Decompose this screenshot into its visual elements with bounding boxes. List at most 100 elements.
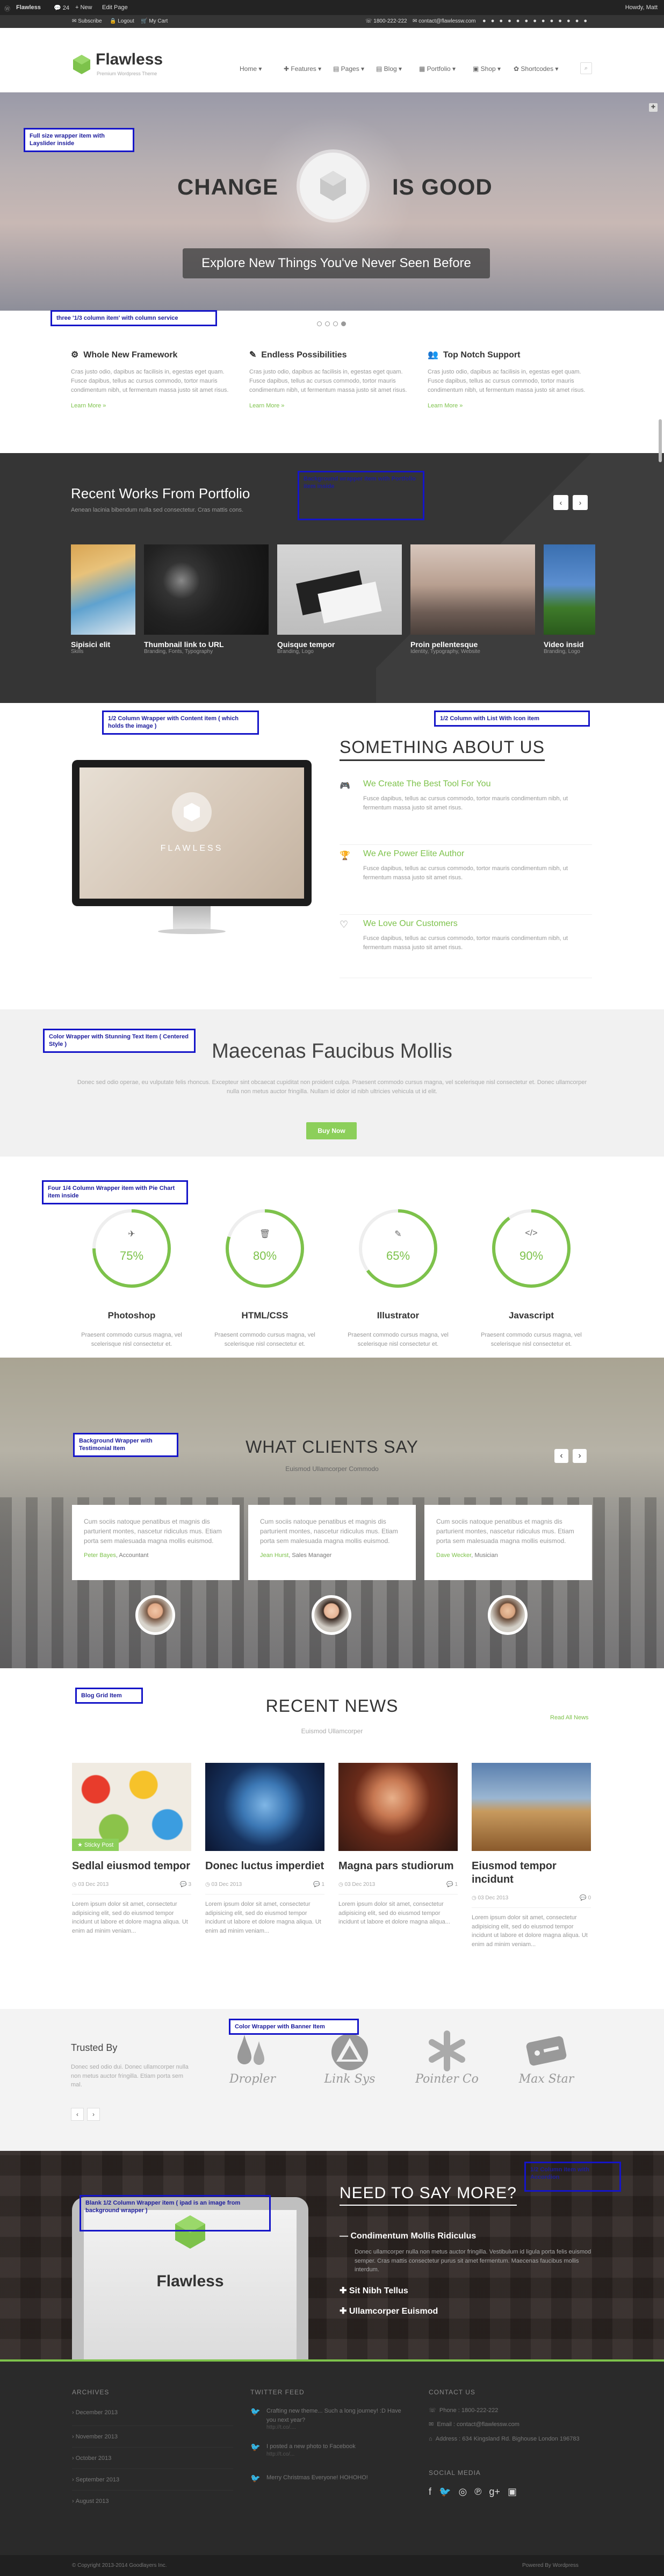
trusted-prev-button[interactable]: ‹ (71, 2108, 84, 2121)
portfolio-item[interactable]: Thumbnail link to URL Branding, Fonts, T… (144, 544, 269, 655)
blog-thumbnail[interactable] (205, 1763, 324, 1851)
blog-post-title[interactable]: Sedlal eiusmod tempor (72, 1860, 191, 1873)
portfolio-item-name: Thumbnail link to URL (144, 640, 224, 649)
blog-post-comments[interactable]: 💬 1 (313, 1882, 324, 1888)
slider-dot-active[interactable] (341, 321, 346, 326)
dribbble-icon[interactable]: ◎ (458, 2486, 467, 2498)
subscribe-link[interactable]: ✉ Subscribe (72, 18, 102, 24)
tweet-link[interactable]: http://t.co/... (266, 2451, 412, 2457)
blog-post-comments[interactable]: 💬 3 (180, 1882, 191, 1888)
twitter-icon: 🐦 (250, 2474, 261, 2483)
twitter-icon[interactable]: 🐦 (439, 2486, 451, 2498)
nav-features[interactable]: ✚ Features ▾ (284, 65, 321, 73)
tweet-link[interactable]: http://t.co/.... (266, 2424, 412, 2430)
testimonial-subtitle: Euismod Ullamcorper Commodo (285, 1465, 379, 1473)
hero-slider[interactable]: CHANGE IS GOOD Explore New Things You've… (0, 92, 664, 311)
logout-link[interactable]: 🔒 Logout (110, 18, 134, 24)
slider-dot[interactable] (325, 321, 330, 326)
testimonial-prev-button[interactable]: ‹ (554, 1449, 568, 1463)
edit-page-link[interactable]: Edit Page (102, 4, 128, 11)
feature-more-link[interactable]: Learn More » (249, 403, 410, 409)
scrollbar-thumb[interactable] (659, 419, 662, 462)
accordion-title: Sit Nibh Tellus (349, 2286, 408, 2295)
blog-thumbnail[interactable] (338, 1763, 458, 1851)
slider-dot[interactable] (317, 321, 322, 326)
archive-link[interactable]: › October 2013 (72, 2448, 233, 2469)
blog-post-title[interactable]: Eiusmod tempor incidunt (472, 1860, 591, 1886)
trusted-text: Donec sed odio dui. Donec ullamcorper nu… (71, 2064, 189, 2088)
comments-link[interactable]: 💬 24 (54, 4, 69, 11)
cogs-icon: ⚙ (71, 350, 79, 360)
nav-shortcodes[interactable]: ✿ Shortcodes ▾ (514, 65, 558, 73)
blog-post-date: ◷ 03 Dec 2013 (72, 1882, 109, 1888)
nav-pages[interactable]: ▤ Pages ▾ (333, 65, 364, 73)
nav-portfolio[interactable]: ▦ Portfolio ▾ (419, 65, 456, 73)
archive-link[interactable]: › December 2013 (72, 2405, 233, 2426)
slider-dot[interactable] (333, 321, 338, 326)
accordion-item[interactable]: ✚ Ullamcorper Euismod (340, 2306, 592, 2316)
logo-text[interactable]: Flawless (96, 51, 163, 69)
ipad-brand: Flawless (156, 2272, 224, 2290)
annotation-blank: Blank 1/2 Column Wrapper item ( ipad is … (80, 2195, 271, 2231)
blog-thumbnail[interactable]: ★ Sticky Post (72, 1763, 191, 1851)
client-logo[interactable]: Max Star (511, 2029, 581, 2086)
portfolio-item[interactable]: Video insid Branding, Logo (544, 544, 595, 655)
portfolio-item[interactable]: Quisque tempor Branding, Logo (277, 544, 402, 655)
howdy-link[interactable]: Howdy, Matt (625, 4, 658, 11)
nav-shop[interactable]: ▣ Shop ▾ (473, 65, 501, 73)
feature-more-link[interactable]: Learn More » (71, 403, 232, 409)
logo[interactable] (72, 54, 91, 75)
archive-link[interactable]: › September 2013 (72, 2469, 233, 2491)
plus-icon: ✚ (340, 2286, 349, 2295)
client-logo[interactable]: Pointer Co (415, 2029, 479, 2086)
pie-chart-column: </> 90% Javascript Praesent commodo cursus … (472, 1203, 591, 1364)
blog-post-title[interactable]: Donec luctus imperdiet (205, 1860, 324, 1873)
portfolio-item[interactable]: Sipisici elit Skills (71, 544, 135, 655)
nav-blog[interactable]: ▤ Blog ▾ (376, 65, 402, 73)
wordpress-icon[interactable]: Ⓦ (4, 4, 10, 13)
email-info[interactable]: ✉ contact@flawlessw.com (413, 18, 475, 24)
portfolio-item[interactable]: Proin pellentesque Identity, Typography,… (410, 544, 535, 655)
read-all-news-link[interactable]: Read All News (550, 1714, 589, 1721)
admin-bar: Ⓦ Flawless 💬 24 + New Edit Page Howdy, M… (0, 0, 664, 15)
blog-post-comments[interactable]: 💬 1 (446, 1882, 458, 1888)
social-icons[interactable]: ● ● ● ● ● ● ● ● ● ● ● ● ● (482, 18, 589, 24)
blog-post-comments[interactable]: 💬 0 (580, 1895, 591, 1901)
blog-post-excerpt: Lorem ipsum dolor sit amet, consectetur … (338, 1894, 458, 1927)
nav-home[interactable]: Home ▾ (240, 65, 262, 73)
trophy-icon: 🏆 (340, 851, 350, 860)
annotation-pies: Four 1/4 Column Wrapper item with Pie Ch… (42, 1180, 188, 1204)
blog-post-excerpt: Lorem ipsum dolor sit amet, consectetur … (472, 1907, 591, 1949)
carousel-prev-button[interactable]: ‹ (553, 495, 568, 510)
users-icon: 👥 (428, 350, 438, 360)
google-plus-icon[interactable]: g+ (489, 2486, 500, 2498)
expand-icon[interactable]: ✚ (649, 103, 658, 112)
search-icon[interactable]: ⌕ (580, 62, 592, 74)
site-link[interactable]: Flawless (16, 4, 41, 11)
cart-link[interactable]: 🛒 My Cart (141, 18, 168, 24)
blog-thumbnail[interactable] (472, 1763, 591, 1851)
facebook-icon[interactable]: f (429, 2486, 431, 2498)
blog-post-title[interactable]: Magna pars studiorum (338, 1860, 458, 1873)
trusted-title: Trusted By (71, 2042, 118, 2053)
chevron-circle-icon: › (72, 2409, 76, 2416)
archive-link[interactable]: › August 2013 (72, 2491, 233, 2512)
blog-post-date: ◷ 03 Dec 2013 (205, 1882, 242, 1888)
instagram-icon[interactable]: ▣ (508, 2486, 517, 2498)
client-logo[interactable]: Dropler (226, 2029, 279, 2086)
footer-email[interactable]: ✉ Email : contact@flawlessw.com (429, 2421, 519, 2428)
new-link[interactable]: + New (75, 4, 92, 11)
accordion-item[interactable]: — Condimentum Mollis Ridiculus Donec ull… (340, 2231, 592, 2274)
annotation-accordion: 1/2 Column item with Accordion (524, 2162, 621, 2192)
pinterest-icon[interactable]: ℗ (474, 2486, 481, 2498)
client-logo[interactable]: Link Sys (320, 2029, 379, 2086)
chevron-circle-icon: › (72, 2498, 76, 2505)
feature-more-link[interactable]: Learn More » (428, 403, 589, 409)
buy-now-button[interactable]: Buy Now (306, 1122, 357, 1139)
accordion-item[interactable]: ✚ Sit Nibh Tellus (340, 2285, 592, 2296)
trusted-next-button[interactable]: › (87, 2108, 100, 2121)
archive-link[interactable]: › November 2013 (72, 2426, 233, 2448)
testimonial-next-button[interactable]: › (573, 1449, 587, 1463)
carousel-next-button[interactable]: › (573, 495, 588, 510)
logo-hexagon-icon (73, 55, 90, 74)
